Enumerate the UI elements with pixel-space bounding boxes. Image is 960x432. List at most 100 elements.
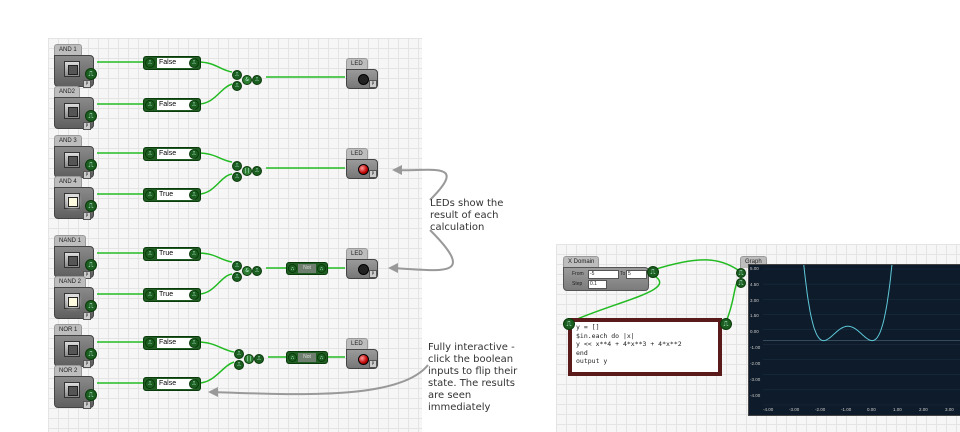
value-in-port[interactable]: ⎍ xyxy=(145,249,155,259)
logic-gate-1[interactable]: ⎍ ⎍ & ⎍ xyxy=(232,70,262,92)
boolean-value-4[interactable]: ⎍ True ⎍ xyxy=(143,188,201,202)
step-input[interactable]: 0.1 xyxy=(588,280,607,289)
gate-in-port-a[interactable]: ⎍ xyxy=(232,261,242,271)
sub-tag: P xyxy=(83,401,91,409)
boolean-value-8[interactable]: ⎍ False ⎍ xyxy=(143,377,201,391)
toggle-button[interactable] xyxy=(64,61,80,77)
led-bulb-icon xyxy=(358,164,369,175)
toggle-button[interactable] xyxy=(64,293,80,309)
gate-out-port[interactable]: ⎍ xyxy=(254,354,264,364)
gate-in-port-b[interactable]: ⎍ xyxy=(232,81,242,91)
boolean-value-7[interactable]: ⎍ False ⎍ xyxy=(143,336,201,350)
sub-tag: P xyxy=(83,312,91,320)
gate-in-port-a[interactable]: ⎍ xyxy=(232,70,242,80)
code-line-2: $in.each do |x| xyxy=(576,331,635,340)
value-in-port[interactable]: ⎍ xyxy=(145,379,155,389)
boolean-value-2[interactable]: ⎍ False ⎍ xyxy=(143,98,201,112)
sub-tag: P xyxy=(369,80,377,88)
gate-in-port-a[interactable]: ⎍ xyxy=(234,349,244,359)
value-out-port[interactable]: ⎍ xyxy=(189,379,199,389)
xdomain-out-port[interactable]: ⎍ xyxy=(647,266,659,278)
boolean-value-3[interactable]: ⎍ False ⎍ xyxy=(143,147,201,161)
input-body: ⎍ P xyxy=(54,187,97,220)
not-in-port[interactable]: ⎍ xyxy=(288,353,297,362)
not-gate-1[interactable]: ⎍ Not ⎍ xyxy=(286,262,328,275)
graph-svg xyxy=(763,265,960,406)
gate-in-port-a[interactable]: ⎍ xyxy=(232,161,242,171)
gate-operator: & xyxy=(242,75,252,85)
value-in-port[interactable]: ⎍ xyxy=(145,100,155,110)
gate-out-port[interactable]: ⎍ xyxy=(252,266,262,276)
code-line-5: output y xyxy=(576,357,608,365)
boolean-value-1[interactable]: ⎍ False ⎍ xyxy=(143,56,201,70)
value-out-port[interactable]: ⎍ xyxy=(189,290,199,300)
x-tick-label: 2.00 xyxy=(919,407,928,412)
value-in-port[interactable]: ⎍ xyxy=(145,338,155,348)
logic-gate-3[interactable]: ⎍ ⎍ & ⎍ xyxy=(232,261,262,283)
sub-tag: P xyxy=(83,360,91,368)
output-port[interactable]: ⎍ xyxy=(85,200,97,212)
gate-in-port-b[interactable]: ⎍ xyxy=(234,360,244,370)
graph-plot: 5.00 4.50 3.00 1.50 0.00 -1.00 -2.00 -3.00 -4.00… xyxy=(748,264,960,416)
led-bulb-icon xyxy=(358,264,369,275)
logic-gate-4[interactable]: ⎍ ⎍ || ⎍ xyxy=(234,349,264,371)
output-port[interactable]: ⎍ xyxy=(85,68,97,80)
output-port[interactable]: ⎍ xyxy=(85,348,97,360)
annotation-interactive: Fully interactive - click the boolean in… xyxy=(428,342,518,413)
gate-out-port[interactable]: ⎍ xyxy=(252,166,262,176)
value-out-port[interactable]: ⎍ xyxy=(189,249,199,259)
graph-in-port-1[interactable]: ⎍ xyxy=(736,268,746,278)
not-in-port[interactable]: ⎍ xyxy=(288,264,297,273)
not-out-port[interactable]: ⎍ xyxy=(317,353,326,362)
gate-operator: || xyxy=(244,354,254,364)
led-bulb-icon xyxy=(358,74,369,85)
y-tick-label: -2.00 xyxy=(750,360,761,366)
output-port[interactable]: ⎍ xyxy=(85,389,97,401)
step-label: Step xyxy=(572,281,583,287)
output-port[interactable]: ⎍ xyxy=(85,259,97,271)
logic-gate-2[interactable]: ⎍ ⎍ || ⎍ xyxy=(232,161,262,183)
toggle-button[interactable] xyxy=(64,103,80,119)
gate-in-port-b[interactable]: ⎍ xyxy=(232,172,242,182)
led-body: P xyxy=(346,259,378,279)
toggle-button[interactable] xyxy=(64,341,80,357)
value-out-port[interactable]: ⎍ xyxy=(189,338,199,348)
not-out-port[interactable]: ⎍ xyxy=(317,264,326,273)
gate-in-port-b[interactable]: ⎍ xyxy=(232,272,242,282)
sub-tag: P xyxy=(369,170,377,178)
output-port[interactable]: ⎍ xyxy=(85,159,97,171)
annotation-leds: LEDs show the result of each calculation xyxy=(430,198,504,233)
sub-tag: P xyxy=(83,122,91,130)
value-out-port[interactable]: ⎍ xyxy=(189,58,199,68)
input-body: ⎍ P xyxy=(54,335,97,368)
x-tick-label: -3.00 xyxy=(789,407,800,412)
boolean-value-5[interactable]: ⎍ True ⎍ xyxy=(143,247,201,261)
value-out-port[interactable]: ⎍ xyxy=(189,190,199,200)
x-tick-label: -1.00 xyxy=(841,407,852,412)
output-port[interactable]: ⎍ xyxy=(85,110,97,122)
code-out-port[interactable]: ⎍ xyxy=(720,318,732,330)
input-body: ⎍ P xyxy=(54,287,97,320)
toggle-button[interactable] xyxy=(64,382,80,398)
to-input[interactable]: 5 xyxy=(626,270,647,279)
value-in-port[interactable]: ⎍ xyxy=(145,58,155,68)
value-out-port[interactable]: ⎍ xyxy=(189,100,199,110)
boolean-value-6[interactable]: ⎍ True ⎍ xyxy=(143,288,201,302)
not-gate-2[interactable]: ⎍ Not ⎍ xyxy=(286,351,328,364)
circuit-canvas xyxy=(48,38,422,432)
graph-in-port-2[interactable]: ⎍ xyxy=(736,278,746,288)
toggle-button[interactable] xyxy=(64,252,80,268)
output-port[interactable]: ⎍ xyxy=(85,300,97,312)
from-input[interactable]: -5 xyxy=(588,270,619,279)
toggle-button[interactable] xyxy=(64,193,80,209)
value-out-port[interactable]: ⎍ xyxy=(189,149,199,159)
y-tick-label: -3.00 xyxy=(750,376,761,382)
input-body: ⎍ P xyxy=(54,146,97,179)
value-in-port[interactable]: ⎍ xyxy=(145,149,155,159)
toggle-button[interactable] xyxy=(64,152,80,168)
gate-out-port[interactable]: ⎍ xyxy=(252,75,262,85)
value-in-port[interactable]: ⎍ xyxy=(145,290,155,300)
code-in-port[interactable]: ⎍ xyxy=(563,318,575,330)
value-in-port[interactable]: ⎍ xyxy=(145,190,155,200)
code-editor[interactable]: y = [] $in.each do |x| y << x**4 + 4*x**… xyxy=(568,318,722,376)
